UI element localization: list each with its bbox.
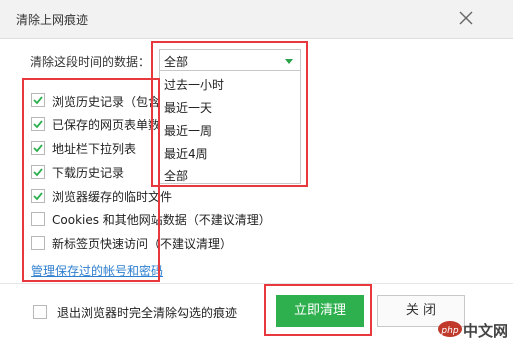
highlight-box-clear-button xyxy=(264,284,372,336)
label-exit-clear: 退出浏览器时完全清除勾选的痕迹 xyxy=(57,306,238,320)
checkbox-exit-clear[interactable] xyxy=(33,305,47,319)
title-bar: 清除上网痕迹 xyxy=(0,0,513,39)
watermark-text: 中文网 xyxy=(463,322,509,340)
svg-text:php: php xyxy=(440,326,458,336)
window-title: 清除上网痕迹 xyxy=(16,13,89,27)
highlight-box-items xyxy=(22,78,160,282)
close-icon[interactable] xyxy=(458,10,474,26)
period-label: 清除这段时间的数据： xyxy=(30,55,151,69)
highlight-box-period xyxy=(151,41,308,187)
divider xyxy=(0,283,513,284)
